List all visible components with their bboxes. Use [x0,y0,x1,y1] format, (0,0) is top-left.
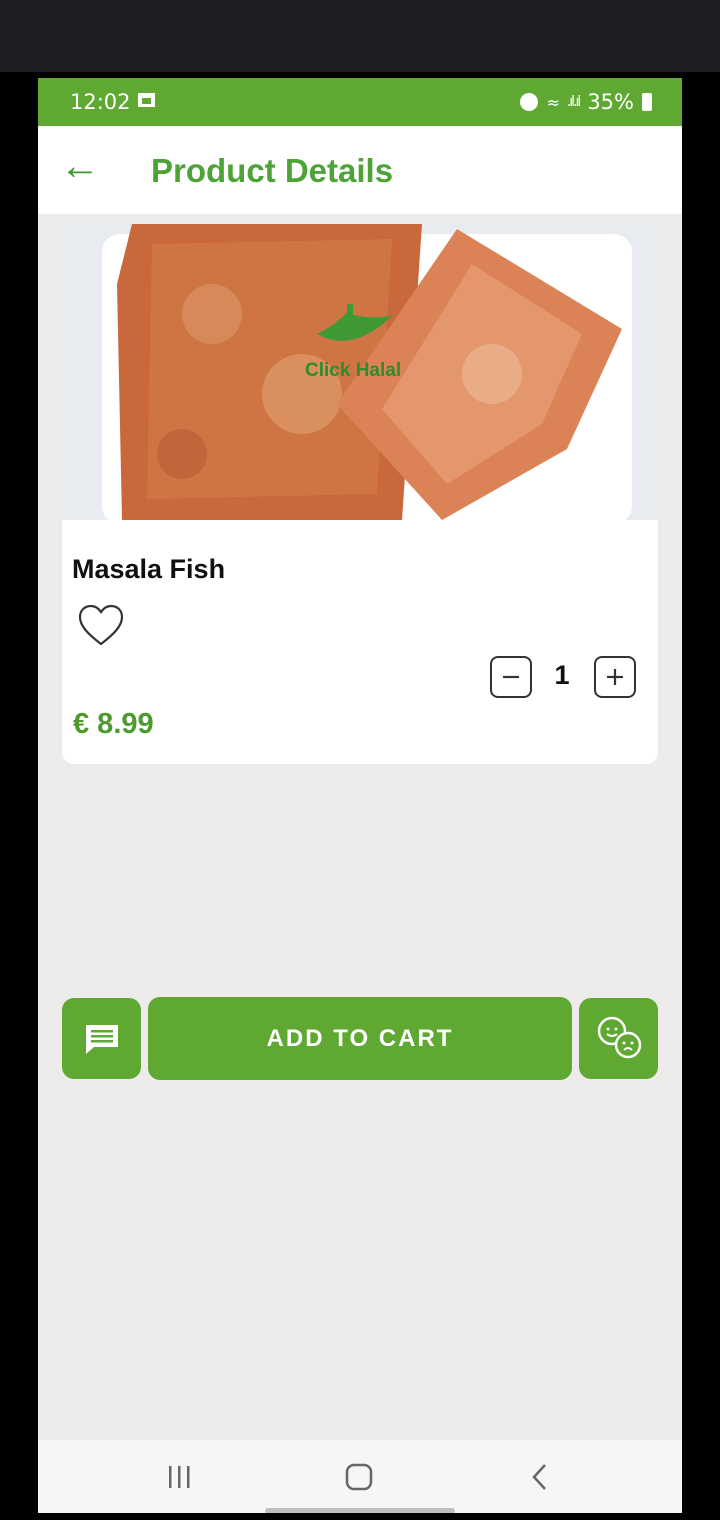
page-title: Product Details [151,152,394,189]
add-to-cart-button[interactable]: ADD TO CART [148,997,572,1080]
chat-faces-icon [597,1016,642,1059]
message-icon [86,1025,118,1054]
gesture-handle [265,1508,455,1513]
system-nav-bar [38,1440,682,1513]
status-time: 12:02 [70,90,131,114]
battery-icon [642,93,652,111]
product-price: € 8.99 [73,708,154,740]
back-arrow-icon[interactable]: ← [60,146,100,186]
quantity-value: 1 [554,660,570,690]
add-to-cart-label: ADD TO CART [266,1024,454,1052]
app-bar: ← Product Details [38,126,682,214]
nav-back-icon[interactable] [530,1462,550,1492]
product-name: Masala Fish [72,554,226,584]
product-card: Click Halal Masala Fish 1 € 8.99 [62,224,658,764]
plus-icon [607,669,623,685]
battery-percent: 35% [587,90,634,114]
gallery-notification-icon [138,93,155,107]
wifi-icon: ≈ [546,92,559,112]
quantity-decrease-button[interactable] [490,656,532,698]
alarm-icon [520,93,539,111]
signal-icon: .ıl.ıl [566,94,582,110]
top-bezel [0,0,720,72]
status-right-group: ≈ .ıl.ıl 35% [520,90,652,114]
quantity-increase-button[interactable] [594,656,636,698]
message-button[interactable] [62,998,141,1079]
chat-button[interactable] [579,998,658,1079]
phone-screen: 12:02 ≈ .ıl.ıl 35% ← Product Details Cli… [38,78,682,1513]
status-bar: 12:02 ≈ .ıl.ıl 35% [38,78,682,126]
heart-icon[interactable] [78,604,124,648]
nav-recent-icon[interactable] [166,1464,194,1490]
nav-home-icon[interactable] [344,1462,374,1492]
minus-icon [503,675,519,679]
product-image: Click Halal [62,224,658,520]
watermark-text: Click Halal [305,360,401,381]
